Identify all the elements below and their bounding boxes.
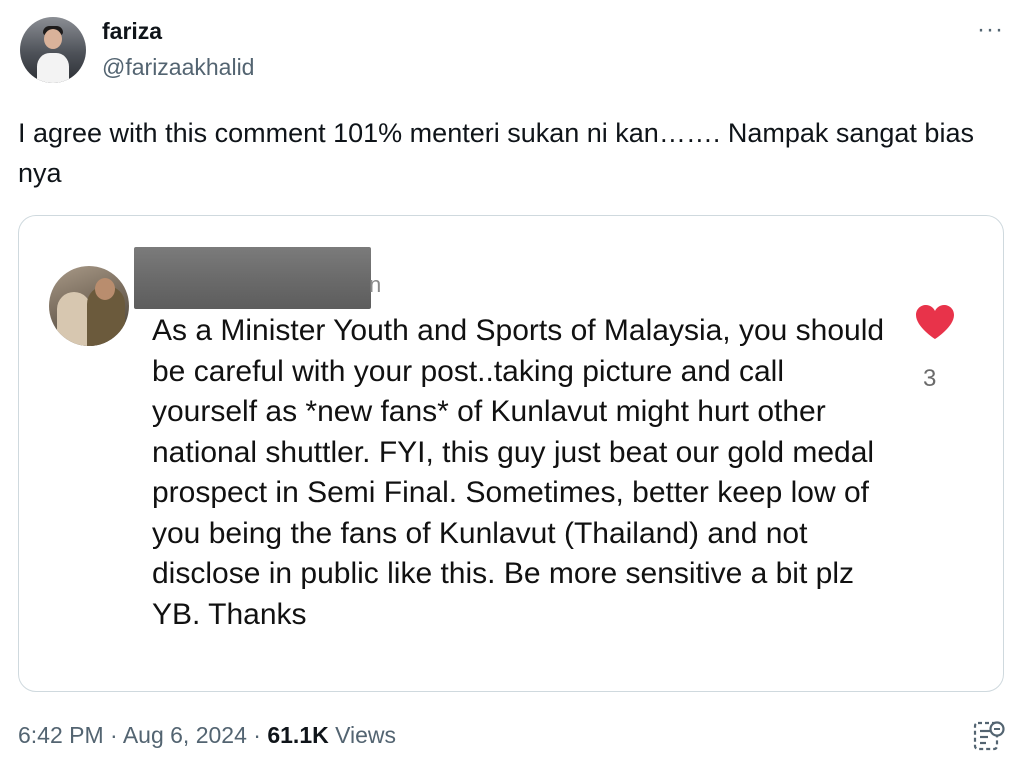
avatar-person-left [57, 292, 91, 346]
tweet-date[interactable]: Aug 6, 2024 [123, 722, 247, 748]
embedded-comment-image[interactable]: n As a Minister Youth and Sports of Mala… [18, 215, 1004, 692]
meta-separator: · [103, 722, 123, 748]
like-count: 3 [923, 365, 937, 392]
avatar-shirt [37, 53, 69, 83]
tweet-meta: 6:42 PM · Aug 6, 2024 · 61.1K Views [18, 722, 396, 749]
heart-icon [916, 305, 954, 339]
analytics-icon[interactable] [972, 718, 1006, 752]
heart-shape [916, 305, 954, 339]
avatar-face-right [95, 278, 115, 300]
comment-text: As a Minister Youth and Sports of Malays… [152, 314, 885, 631]
avatar-face [44, 29, 62, 49]
author-handle[interactable]: @farizaakhalid [102, 54, 254, 81]
more-dots-icon[interactable]: ··· [977, 16, 1004, 44]
redacted-name-tail: n [369, 272, 382, 297]
views-label: Views [335, 722, 397, 748]
tweet-text: I agree with this comment 101% menteri s… [18, 118, 974, 188]
commenter-avatar [49, 266, 129, 346]
author-display-name[interactable]: fariza [102, 18, 162, 45]
views-count: 61.1K [267, 722, 329, 748]
author-avatar[interactable] [20, 17, 86, 83]
meta-separator: · [246, 722, 268, 748]
redacted-name-bar [134, 247, 371, 309]
tweet-time[interactable]: 6:42 PM [18, 722, 104, 748]
